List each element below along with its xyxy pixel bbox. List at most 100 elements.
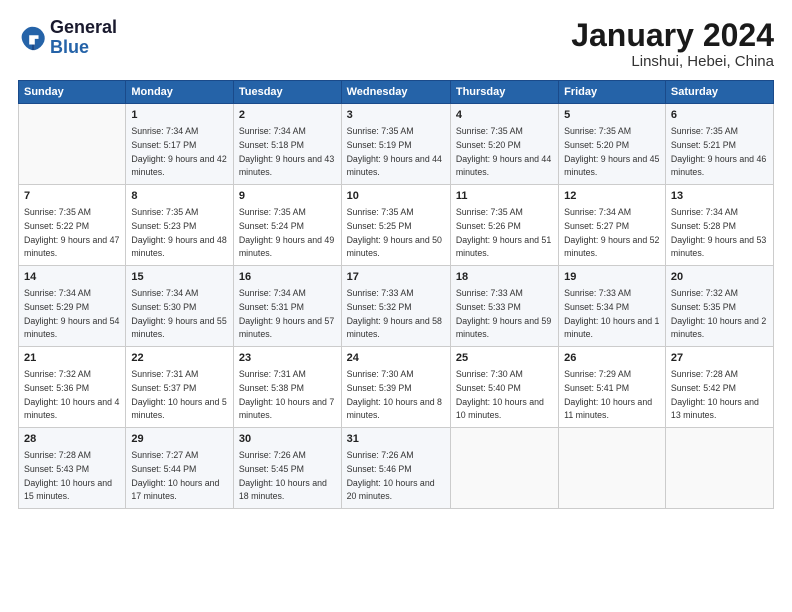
day-info: Sunrise: 7:35 AMSunset: 5:20 PMDaylight:… — [564, 126, 659, 177]
day-number: 15 — [131, 270, 228, 286]
day-info: Sunrise: 7:27 AMSunset: 5:44 PMDaylight:… — [131, 450, 219, 501]
calendar-cell: 27 Sunrise: 7:28 AMSunset: 5:42 PMDayligh… — [665, 347, 773, 428]
day-info: Sunrise: 7:28 AMSunset: 5:42 PMDaylight:… — [671, 369, 759, 420]
logo-line1: General — [50, 18, 117, 38]
day-info: Sunrise: 7:35 AMSunset: 5:19 PMDaylight:… — [347, 126, 442, 177]
day-number: 4 — [456, 108, 553, 124]
calendar-cell: 6 Sunrise: 7:35 AMSunset: 5:21 PMDaylight… — [665, 104, 773, 185]
calendar-cell: 4 Sunrise: 7:35 AMSunset: 5:20 PMDaylight… — [450, 104, 558, 185]
day-number: 9 — [239, 189, 336, 205]
day-info: Sunrise: 7:28 AMSunset: 5:43 PMDaylight:… — [24, 450, 112, 501]
day-number: 26 — [564, 351, 660, 367]
day-info: Sunrise: 7:34 AMSunset: 5:17 PMDaylight:… — [131, 126, 226, 177]
calendar-cell: 9 Sunrise: 7:35 AMSunset: 5:24 PMDaylight… — [233, 185, 341, 266]
calendar-cell: 14Sunrise: 7:34 AMSunset: 5:29 PMDayligh… — [19, 266, 126, 347]
calendar-cell: 17Sunrise: 7:33 AMSunset: 5:32 PMDayligh… — [341, 266, 450, 347]
calendar-week-1: 1 Sunrise: 7:34 AMSunset: 5:17 PMDaylight… — [19, 104, 774, 185]
calendar-cell: 10Sunrise: 7:35 AMSunset: 5:25 PMDayligh… — [341, 185, 450, 266]
calendar-cell: 19 Sunrise: 7:33 AMSunset: 5:34 PMDayligh… — [559, 266, 666, 347]
day-info: Sunrise: 7:31 AMSunset: 5:38 PMDaylight:… — [239, 369, 334, 420]
calendar-cell: 25 Sunrise: 7:30 AMSunset: 5:40 PMDayligh… — [450, 347, 558, 428]
day-info: Sunrise: 7:33 AMSunset: 5:33 PMDaylight:… — [456, 288, 551, 339]
calendar-cell — [19, 104, 126, 185]
day-number: 30 — [239, 432, 336, 448]
calendar-cell: 24 Sunrise: 7:30 AMSunset: 5:39 PMDayligh… — [341, 347, 450, 428]
logo-line2: Blue — [50, 38, 117, 58]
day-info: Sunrise: 7:26 AMSunset: 5:45 PMDaylight:… — [239, 450, 327, 501]
day-info: Sunrise: 7:33 AMSunset: 5:34 PMDaylight:… — [564, 288, 659, 339]
day-number: 11 — [456, 189, 553, 205]
calendar-cell: 16 Sunrise: 7:34 AMSunset: 5:31 PMDayligh… — [233, 266, 341, 347]
day-number: 12 — [564, 189, 660, 205]
calendar-cell: 15 Sunrise: 7:34 AMSunset: 5:30 PMDayligh… — [126, 266, 234, 347]
weekday-header-wednesday: Wednesday — [341, 81, 450, 104]
calendar-cell — [665, 428, 773, 509]
calendar-cell: 2 Sunrise: 7:34 AMSunset: 5:18 PMDaylight… — [233, 104, 341, 185]
day-number: 21 — [24, 351, 120, 367]
title-block: January 2024 Linshui, Hebei, China — [571, 18, 774, 70]
day-info: Sunrise: 7:35 AMSunset: 5:24 PMDaylight:… — [239, 207, 334, 258]
day-number: 1 — [131, 108, 228, 124]
calendar-table: SundayMondayTuesdayWednesdayThursdayFrid… — [18, 80, 774, 509]
day-number: 8 — [131, 189, 228, 205]
calendar-cell: 12Sunrise: 7:34 AMSunset: 5:27 PMDayligh… — [559, 185, 666, 266]
day-number: 25 — [456, 351, 553, 367]
logo-icon — [18, 24, 46, 52]
day-number: 28 — [24, 432, 120, 448]
calendar-cell: 28 Sunrise: 7:28 AMSunset: 5:43 PMDayligh… — [19, 428, 126, 509]
day-number: 2 — [239, 108, 336, 124]
day-info: Sunrise: 7:35 AMSunset: 5:21 PMDaylight:… — [671, 126, 766, 177]
day-number: 19 — [564, 270, 660, 286]
calendar-week-3: 14Sunrise: 7:34 AMSunset: 5:29 PMDayligh… — [19, 266, 774, 347]
weekday-header-monday: Monday — [126, 81, 234, 104]
calendar-cell: 8 Sunrise: 7:35 AMSunset: 5:23 PMDaylight… — [126, 185, 234, 266]
day-number: 29 — [131, 432, 228, 448]
logo-text: General Blue — [50, 18, 117, 58]
calendar-cell: 3 Sunrise: 7:35 AMSunset: 5:19 PMDaylight… — [341, 104, 450, 185]
day-info: Sunrise: 7:30 AMSunset: 5:40 PMDaylight:… — [456, 369, 544, 420]
day-info: Sunrise: 7:34 AMSunset: 5:30 PMDaylight:… — [131, 288, 226, 339]
day-info: Sunrise: 7:35 AMSunset: 5:26 PMDaylight:… — [456, 207, 551, 258]
calendar-cell: 23Sunrise: 7:31 AMSunset: 5:38 PMDayligh… — [233, 347, 341, 428]
calendar-cell — [559, 428, 666, 509]
calendar-cell: 20 Sunrise: 7:32 AMSunset: 5:35 PMDayligh… — [665, 266, 773, 347]
day-info: Sunrise: 7:31 AMSunset: 5:37 PMDaylight:… — [131, 369, 226, 420]
calendar-cell: 5Sunrise: 7:35 AMSunset: 5:20 PMDaylight… — [559, 104, 666, 185]
day-number: 20 — [671, 270, 768, 286]
day-info: Sunrise: 7:32 AMSunset: 5:36 PMDaylight:… — [24, 369, 119, 420]
calendar-cell: 29 Sunrise: 7:27 AMSunset: 5:44 PMDayligh… — [126, 428, 234, 509]
page: General Blue January 2024 Linshui, Hebei… — [0, 0, 792, 612]
header: General Blue January 2024 Linshui, Hebei… — [18, 18, 774, 70]
calendar-week-4: 21 Sunrise: 7:32 AMSunset: 5:36 PMDayligh… — [19, 347, 774, 428]
day-number: 16 — [239, 270, 336, 286]
day-number: 13 — [671, 189, 768, 205]
calendar-cell: 22 Sunrise: 7:31 AMSunset: 5:37 PMDayligh… — [126, 347, 234, 428]
calendar-cell: 21 Sunrise: 7:32 AMSunset: 5:36 PMDayligh… — [19, 347, 126, 428]
calendar-week-5: 28 Sunrise: 7:28 AMSunset: 5:43 PMDayligh… — [19, 428, 774, 509]
calendar-cell: 18Sunrise: 7:33 AMSunset: 5:33 PMDayligh… — [450, 266, 558, 347]
calendar-cell — [450, 428, 558, 509]
day-info: Sunrise: 7:34 AMSunset: 5:28 PMDaylight:… — [671, 207, 766, 258]
weekday-header-tuesday: Tuesday — [233, 81, 341, 104]
day-info: Sunrise: 7:34 AMSunset: 5:31 PMDaylight:… — [239, 288, 334, 339]
day-info: Sunrise: 7:30 AMSunset: 5:39 PMDaylight:… — [347, 369, 442, 420]
subtitle: Linshui, Hebei, China — [571, 53, 774, 70]
weekday-header-thursday: Thursday — [450, 81, 558, 104]
calendar-cell: 13 Sunrise: 7:34 AMSunset: 5:28 PMDayligh… — [665, 185, 773, 266]
day-info: Sunrise: 7:35 AMSunset: 5:20 PMDaylight:… — [456, 126, 551, 177]
day-number: 27 — [671, 351, 768, 367]
weekday-header-friday: Friday — [559, 81, 666, 104]
calendar-cell: 7Sunrise: 7:35 AMSunset: 5:22 PMDaylight… — [19, 185, 126, 266]
day-number: 14 — [24, 270, 120, 286]
day-number: 22 — [131, 351, 228, 367]
weekday-header-sunday: Sunday — [19, 81, 126, 104]
day-number: 6 — [671, 108, 768, 124]
day-number: 3 — [347, 108, 445, 124]
day-info: Sunrise: 7:35 AMSunset: 5:22 PMDaylight:… — [24, 207, 119, 258]
day-number: 24 — [347, 351, 445, 367]
calendar-cell: 1 Sunrise: 7:34 AMSunset: 5:17 PMDaylight… — [126, 104, 234, 185]
day-info: Sunrise: 7:32 AMSunset: 5:35 PMDaylight:… — [671, 288, 766, 339]
day-info: Sunrise: 7:34 AMSunset: 5:18 PMDaylight:… — [239, 126, 334, 177]
calendar-week-2: 7Sunrise: 7:35 AMSunset: 5:22 PMDaylight… — [19, 185, 774, 266]
day-info: Sunrise: 7:35 AMSunset: 5:23 PMDaylight:… — [131, 207, 226, 258]
